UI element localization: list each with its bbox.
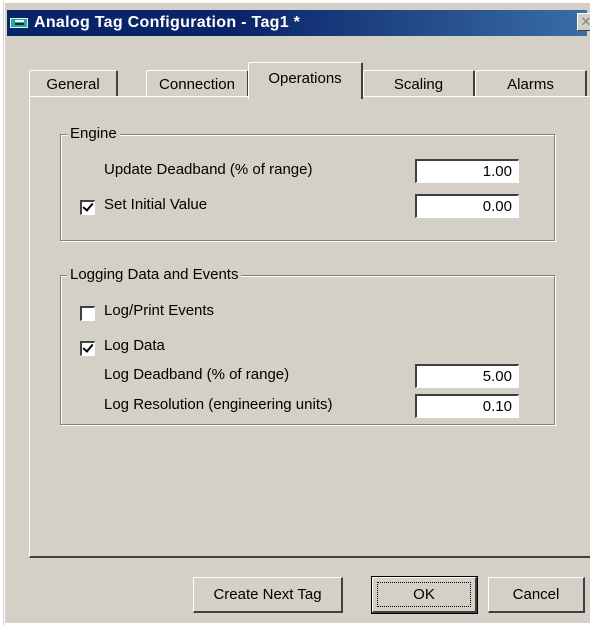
analog-tag-icon — [10, 16, 30, 30]
log-print-events-label[interactable]: Log/Print Events — [104, 302, 214, 319]
title-bar[interactable]: Analog Tag Configuration - Tag1 * ✕ — [7, 10, 590, 36]
tab-connection[interactable]: Connection — [146, 70, 249, 98]
log-resolution-field[interactable]: 0.10 — [415, 394, 519, 418]
set-initial-value-checkbox[interactable] — [80, 200, 95, 215]
ok-button[interactable]: OK — [371, 576, 478, 614]
logging-group: Logging Data and Events Log/Print Events… — [60, 266, 555, 425]
engine-legend: Engine — [67, 125, 120, 142]
log-print-events-checkbox[interactable] — [80, 306, 95, 321]
create-next-tag-button[interactable]: Create Next Tag — [193, 577, 343, 613]
log-resolution-label: Log Resolution (engineering units) — [104, 396, 333, 413]
initial-value-field[interactable]: 0.00 — [415, 194, 519, 218]
engine-group: Engine Update Deadband (% of range) 1.00… — [60, 125, 555, 241]
log-data-label[interactable]: Log Data — [104, 337, 165, 354]
logging-legend: Logging Data and Events — [67, 266, 242, 283]
tab-alarms[interactable]: Alarms — [475, 70, 587, 98]
tab-general[interactable]: General — [29, 70, 118, 98]
log-data-checkbox[interactable] — [80, 341, 95, 356]
window-title: Analog Tag Configuration - Tag1 * — [34, 14, 301, 31]
tab-operations[interactable]: Operations — [248, 62, 363, 99]
log-deadband-field[interactable]: 5.00 — [415, 364, 519, 388]
update-deadband-field[interactable]: 1.00 — [415, 159, 519, 183]
tab-strip: General Connection Operations Scaling Al… — [29, 62, 590, 99]
close-icon[interactable]: ✕ — [577, 13, 590, 31]
tab-scaling[interactable]: Scaling — [363, 70, 475, 98]
tab-panel-operations: Engine Update Deadband (% of range) 1.00… — [29, 96, 590, 558]
cancel-button[interactable]: Cancel — [488, 577, 585, 613]
update-deadband-label: Update Deadband (% of range) — [104, 161, 313, 178]
set-initial-value-label[interactable]: Set Initial Value — [104, 196, 207, 213]
log-deadband-label: Log Deadband (% of range) — [104, 366, 290, 383]
focus-rect — [377, 582, 471, 607]
